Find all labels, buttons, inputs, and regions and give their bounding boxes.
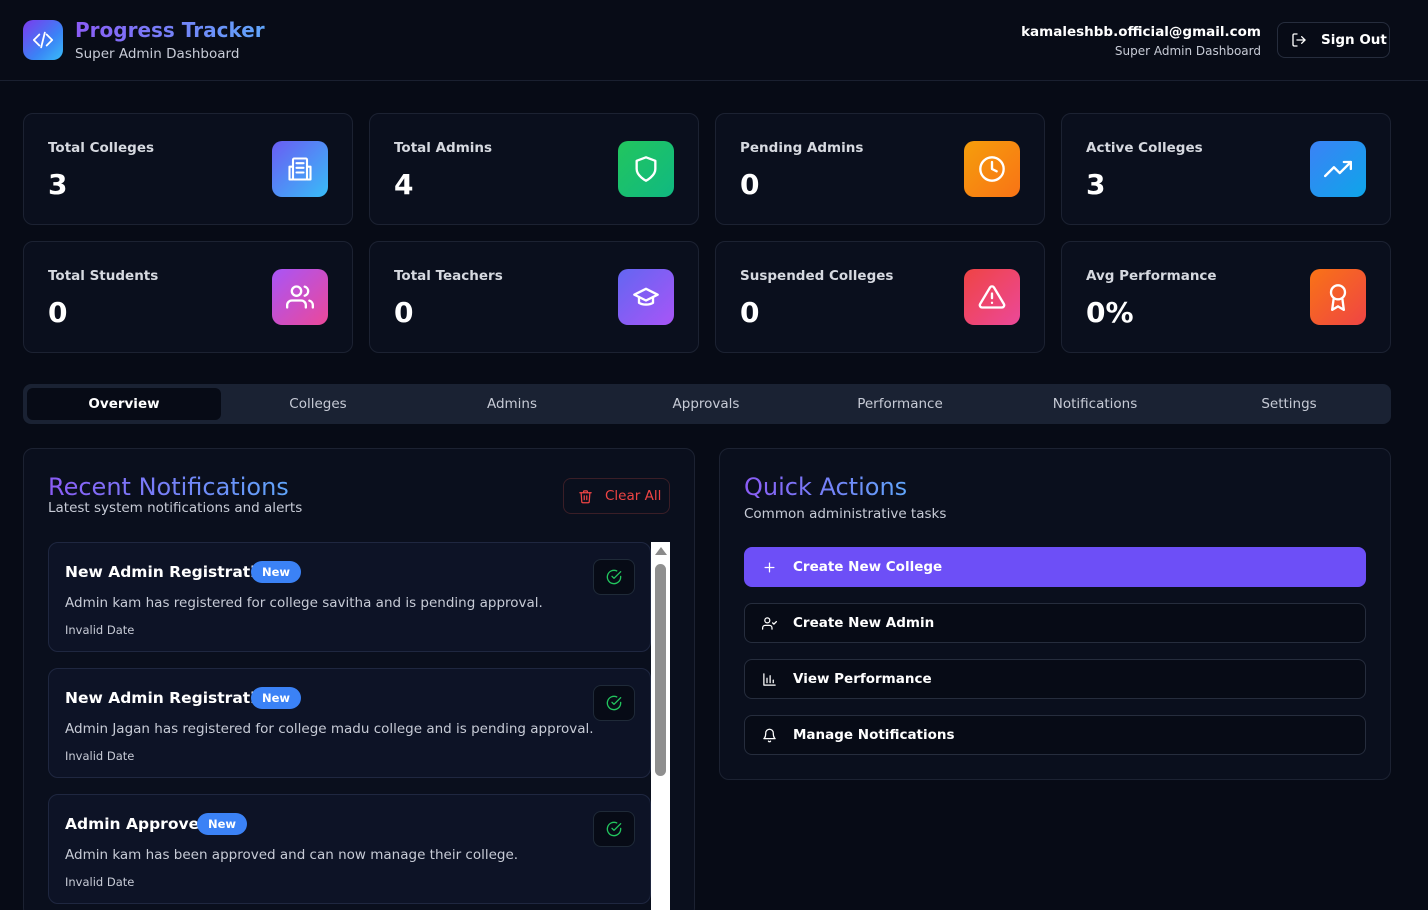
- mark-read-button[interactable]: [593, 685, 635, 721]
- tab-approvals[interactable]: Approvals: [609, 388, 803, 420]
- notification-message: Admin Jagan has registered for college m…: [65, 721, 594, 737]
- stat-card-suspended-colleges: Suspended Colleges 0: [715, 241, 1045, 353]
- stat-label: Active Colleges: [1086, 140, 1203, 156]
- action-label: Create New College: [793, 559, 943, 575]
- stat-card-total-students: Total Students 0: [23, 241, 353, 353]
- stat-value: 3: [1086, 168, 1106, 201]
- panel-title: Quick Actions: [744, 473, 908, 501]
- stat-value: 0: [48, 296, 68, 329]
- bell-icon: [762, 728, 777, 743]
- notifications-scrollbar[interactable]: [651, 542, 670, 910]
- clear-all-button[interactable]: Clear All: [563, 478, 670, 514]
- graduation-cap-icon: [618, 269, 674, 325]
- panel-subtitle: Latest system notifications and alerts: [48, 500, 303, 516]
- notification-date: Invalid Date: [65, 875, 135, 889]
- stat-card-total-admins: Total Admins 4: [369, 113, 699, 225]
- notification-date: Invalid Date: [65, 749, 135, 763]
- mark-read-button[interactable]: [593, 559, 635, 595]
- stat-label: Total Students: [48, 268, 159, 284]
- trending-up-icon: [1310, 141, 1366, 197]
- app-subtitle: Super Admin Dashboard: [75, 46, 240, 62]
- tab-notifications[interactable]: Notifications: [998, 388, 1192, 420]
- bar-chart-icon: [762, 672, 777, 687]
- view-performance-button[interactable]: View Performance: [744, 659, 1366, 699]
- user-email: kamaleshbb.official@gmail.com: [1021, 24, 1261, 40]
- tab-settings[interactable]: Settings: [1192, 388, 1386, 420]
- scroll-thumb[interactable]: [655, 564, 666, 776]
- user-role: Super Admin Dashboard: [1114, 44, 1261, 58]
- mark-read-button[interactable]: [593, 811, 635, 847]
- stat-card-total-colleges: Total Colleges 3: [23, 113, 353, 225]
- users-icon: [272, 269, 328, 325]
- notification-message: Admin kam has been approved and can now …: [65, 847, 519, 863]
- stat-value: 0: [740, 168, 760, 201]
- log-out-icon: [1291, 32, 1307, 48]
- clear-all-label: Clear All: [605, 488, 662, 504]
- action-label: Create New Admin: [793, 615, 935, 631]
- notification-item: New Admin Registration New Admin kam has…: [48, 542, 651, 652]
- clock-icon: [964, 141, 1020, 197]
- manage-notifications-button[interactable]: Manage Notifications: [744, 715, 1366, 755]
- sign-out-button[interactable]: Sign Out: [1277, 22, 1390, 58]
- check-circle-icon: [606, 695, 622, 711]
- new-badge: New: [251, 561, 302, 583]
- trash-icon: [578, 489, 593, 504]
- stat-value: 0%: [1086, 296, 1134, 329]
- tab-overview[interactable]: Overview: [27, 388, 221, 420]
- create-college-button[interactable]: Create New College: [744, 547, 1366, 587]
- create-admin-button[interactable]: Create New Admin: [744, 603, 1366, 643]
- check-circle-icon: [606, 569, 622, 585]
- notification-item: New Admin Registration New Admin Jagan h…: [48, 668, 651, 778]
- app-title: Progress Tracker: [75, 18, 265, 42]
- panel-title: Recent Notifications: [48, 473, 289, 501]
- main-tabs: Overview Colleges Admins Approvals Perfo…: [23, 384, 1391, 424]
- notification-item: Admin Approved New Admin kam has been ap…: [48, 794, 651, 904]
- stat-label: Avg Performance: [1086, 268, 1217, 284]
- notification-date: Invalid Date: [65, 623, 135, 637]
- panel-subtitle: Common administrative tasks: [744, 506, 947, 522]
- plus-icon: [762, 560, 777, 575]
- stat-card-avg-performance: Avg Performance 0%: [1061, 241, 1391, 353]
- stat-card-total-teachers: Total Teachers 0: [369, 241, 699, 353]
- user-check-icon: [762, 616, 777, 631]
- stat-value: 4: [394, 168, 414, 201]
- stat-label: Total Admins: [394, 140, 493, 156]
- action-label: View Performance: [793, 671, 932, 687]
- new-badge: New: [197, 813, 248, 835]
- stat-card-active-colleges: Active Colleges 3: [1061, 113, 1391, 225]
- new-badge: New: [251, 687, 302, 709]
- alert-triangle-icon: [964, 269, 1020, 325]
- tab-colleges[interactable]: Colleges: [221, 388, 415, 420]
- award-icon: [1310, 269, 1366, 325]
- stat-label: Total Colleges: [48, 140, 155, 156]
- stat-value: 3: [48, 168, 68, 201]
- shield-icon: [618, 141, 674, 197]
- notification-title: New Admin Registration: [65, 689, 278, 707]
- stat-label: Pending Admins: [740, 140, 864, 156]
- stat-value: 0: [394, 296, 414, 329]
- code-icon: [23, 20, 63, 60]
- top-header: Progress Tracker Super Admin Dashboard k…: [0, 0, 1428, 81]
- stat-card-pending-admins: Pending Admins 0: [715, 113, 1045, 225]
- building-icon: [272, 141, 328, 197]
- stat-label: Suspended Colleges: [740, 268, 894, 284]
- quick-actions-panel: Quick Actions Common administrative task…: [719, 448, 1391, 780]
- action-label: Manage Notifications: [793, 727, 955, 743]
- notification-title: Admin Approved: [65, 815, 211, 833]
- check-circle-icon: [606, 821, 622, 837]
- tab-admins[interactable]: Admins: [415, 388, 609, 420]
- stat-label: Total Teachers: [394, 268, 503, 284]
- notification-message: Admin kam has registered for college sav…: [65, 595, 543, 611]
- notifications-panel: Recent Notifications Latest system notif…: [23, 448, 695, 910]
- sign-out-label: Sign Out: [1321, 32, 1387, 48]
- tab-performance[interactable]: Performance: [803, 388, 997, 420]
- scroll-up-arrow-icon[interactable]: [655, 547, 667, 555]
- notification-title: New Admin Registration: [65, 563, 278, 581]
- stat-value: 0: [740, 296, 760, 329]
